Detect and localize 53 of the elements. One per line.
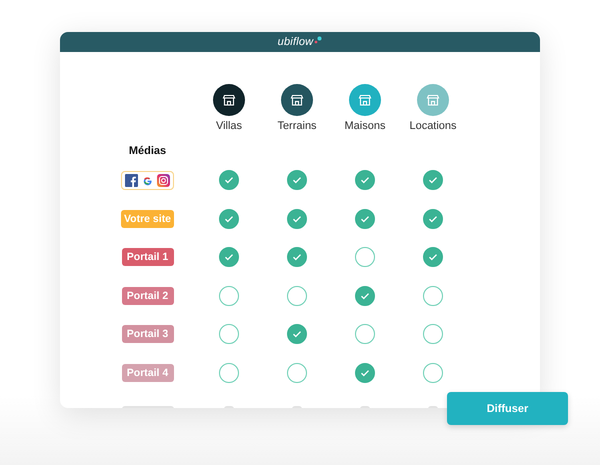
instagram-icon [157, 174, 170, 187]
checkmark-icon [361, 177, 369, 184]
checkbox[interactable] [355, 247, 375, 268]
diffuser-button[interactable]: Diffuser [447, 392, 568, 425]
checkbox[interactable] [287, 324, 307, 344]
category-label: Locations [409, 120, 457, 132]
checkbox[interactable] [423, 208, 443, 229]
checkbox[interactable] [423, 247, 443, 268]
checkmark-icon [361, 370, 369, 376]
checkmark-icon [293, 216, 301, 222]
checkbox[interactable] [423, 286, 443, 306]
checkmark-icon [225, 254, 233, 260]
checkmark-icon [429, 216, 437, 222]
checkmark-icon [225, 216, 233, 222]
category-label: Terrains [277, 120, 317, 132]
checkbox[interactable] [287, 362, 307, 383]
checkbox[interactable] [287, 208, 307, 229]
media-label: Votre site [120, 210, 174, 228]
checkmark-icon [429, 177, 437, 184]
media-label: Portail 1 [122, 248, 174, 266]
checkbox[interactable] [287, 247, 307, 268]
category-label: Maisons [344, 120, 386, 132]
checkbox[interactable] [219, 324, 239, 344]
media-label: Portail 3 [122, 325, 174, 344]
checkmark-icon [225, 177, 233, 184]
checkmark-icon [293, 177, 301, 184]
checkmark-icon [361, 292, 369, 299]
checkbox[interactable] [355, 208, 375, 229]
checkbox[interactable] [287, 286, 307, 306]
dots-icon [314, 36, 322, 44]
checkbox[interactable] [219, 208, 239, 229]
checkbox[interactable] [219, 362, 239, 383]
checkbox[interactable] [423, 170, 443, 190]
checkmark-icon [429, 254, 437, 260]
checkbox[interactable] [287, 170, 307, 190]
checkbox[interactable] [355, 286, 375, 306]
checkbox[interactable] [423, 362, 443, 383]
checkbox[interactable] [355, 170, 375, 190]
checkbox[interactable] [219, 170, 239, 190]
checkmark-icon [293, 254, 301, 260]
checkbox[interactable] [219, 286, 239, 306]
checkmark-icon [293, 331, 301, 338]
logo: ubiflow [278, 36, 314, 48]
category-label: Villas [216, 120, 242, 132]
media-label: Portail 2 [122, 286, 174, 305]
checkmark-icon [361, 216, 369, 222]
checkbox[interactable] [355, 362, 375, 383]
checkbox[interactable] [423, 324, 443, 344]
column-heading: Médias [128, 144, 166, 156]
facebook-icon [125, 174, 138, 187]
media-label: Portail 4 [122, 364, 174, 382]
checkbox[interactable] [355, 324, 375, 344]
checkbox[interactable] [219, 247, 239, 268]
